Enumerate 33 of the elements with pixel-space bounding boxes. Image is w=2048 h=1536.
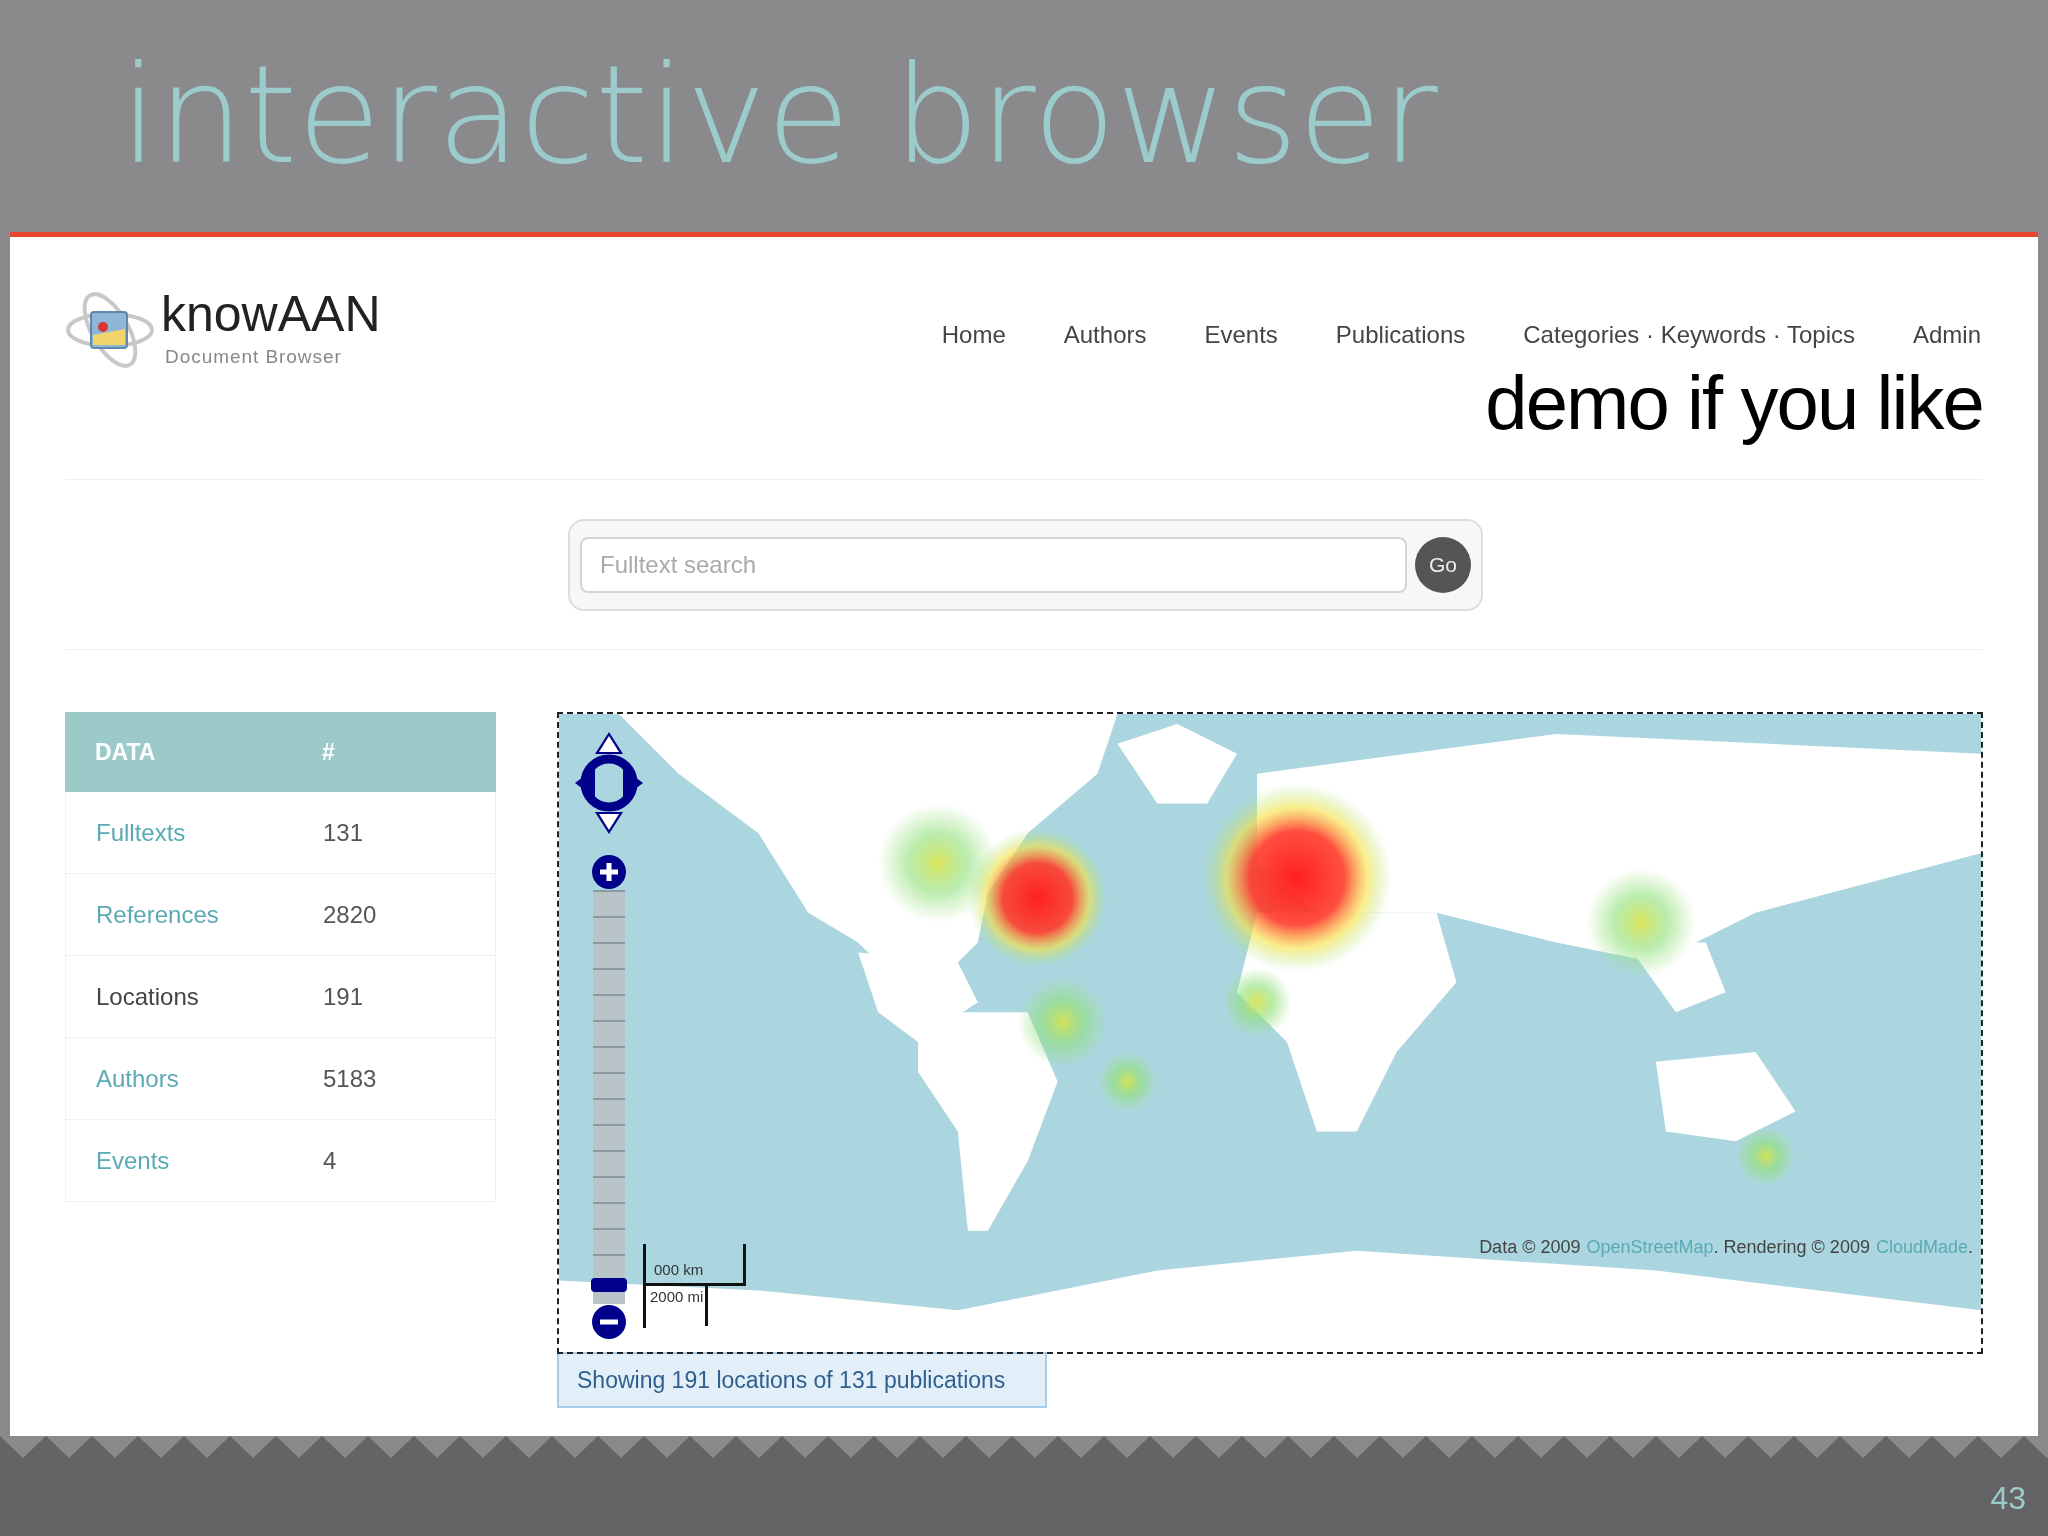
map[interactable]: 000 km 2000 mi Data © 2009 OpenStreetMap. Rendering © 2009 CloudMade. [557, 712, 1983, 1354]
attribution-text: Data © 2009 [1479, 1236, 1581, 1259]
pan-control[interactable] [573, 730, 645, 836]
column-header: DATA [94, 737, 157, 767]
attribution-text: . [1968, 1236, 1973, 1259]
logo-subtitle: Document Browser [165, 344, 343, 369]
nav-link[interactable]: Categories · Keywords · Topics [1523, 317, 1855, 353]
data-count: 131 [323, 817, 364, 848]
nav-link[interactable]: Events [1204, 317, 1278, 353]
nav-link[interactable]: Publications [1335, 317, 1466, 353]
data-count: 2820 [323, 899, 377, 930]
zoom-out-icon[interactable] [591, 1304, 627, 1340]
map-caption: Showing 191 locations of 131 publications [557, 1352, 1047, 1408]
zoom-thumb[interactable] [591, 1277, 627, 1292]
data-count: 4 [323, 1145, 337, 1176]
column-header: # [322, 737, 335, 767]
slide-title: interactive browser [120, 41, 1438, 191]
zoom-slider[interactable] [591, 854, 627, 1340]
nav-link[interactable]: Admin [1912, 317, 1981, 353]
data-count: 5183 [323, 1063, 377, 1094]
data-label: Locations [96, 981, 200, 1012]
nav-link[interactable]: Authors [1063, 317, 1147, 353]
slide-note: demo if you like [1485, 359, 1983, 447]
scale-label: 000 km [654, 1259, 704, 1280]
scale-label: 2000 mi [650, 1287, 704, 1307]
data-count: 191 [323, 981, 364, 1012]
search-field[interactable]: Fulltext search [580, 536, 1407, 593]
nav-link[interactable]: Home [941, 317, 1006, 353]
zoom-in-icon[interactable] [591, 854, 627, 890]
logo-name: knowAAN [161, 288, 381, 339]
page-number: 43 [1990, 1479, 2026, 1518]
go-button[interactable]: Go [1415, 536, 1471, 593]
attribution-text: . Rendering © 2009 [1713, 1236, 1870, 1259]
